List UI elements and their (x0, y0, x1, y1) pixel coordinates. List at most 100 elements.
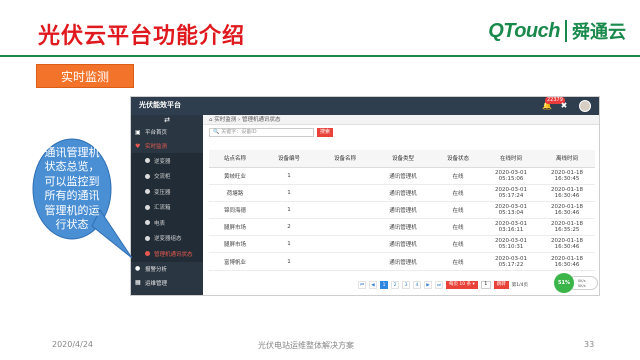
column-header: 设备名称 (317, 150, 373, 168)
table-row[interactable]: 黄岐旺业 1 通讯管理机 在线 2020-03-01 05:15:06 2020… (209, 167, 595, 185)
network-speed-widget[interactable]: 0K/s 0K/s 51% (554, 273, 598, 293)
page-jump-input[interactable]: 1 (480, 281, 491, 289)
user-icon: ● (135, 265, 141, 272)
slide-title: 光伏云平台功能介绍 (38, 24, 246, 49)
logo-separator (565, 20, 567, 42)
page-button-2[interactable]: 2 (391, 281, 399, 289)
section-badge: 实时监测 (36, 64, 134, 88)
page-jump-button[interactable]: 跳转 (493, 281, 509, 289)
table-cell: 富博帆业 (209, 252, 261, 271)
table-row[interactable]: 荷塘路 1 通讯管理机 在线 2020-03-01 05:17:24 2020-… (209, 184, 595, 202)
table-cell: 荷塘路 (209, 184, 261, 202)
table-cell: 黄岐旺业 (209, 167, 261, 185)
table-cell: 2020-01-18 16:30:45 (539, 167, 595, 185)
table-cell: 通讯管理机 (373, 201, 433, 220)
sidebar-sub-comm-status[interactable]: 管理机通讯状态 (131, 246, 203, 262)
home-icon: ⌂ (209, 117, 213, 123)
sidebar-item-monitoring[interactable]: ♥ 实时监测 (131, 139, 203, 153)
sidebar-item-maintenance[interactable]: ▦ 运维管理 (131, 276, 203, 290)
avatar[interactable] (579, 100, 591, 112)
sidebar-sub-inverter[interactable]: 逆变器 (131, 153, 203, 169)
sidebar-sub-label: 交流柜 (154, 174, 171, 181)
sidebar-item-label: 平台首页 (145, 130, 168, 136)
table-row[interactable]: 腿屏市场 1 通讯管理机 在线 2020-03-01 05:10:31 2020… (209, 235, 595, 254)
page-button-4[interactable]: 4 (413, 281, 421, 289)
dot-icon (145, 235, 150, 241)
table-cell: 在线 (433, 184, 483, 202)
table-cell (317, 252, 373, 271)
table-cell: 通讯管理机 (373, 235, 433, 254)
table-cell: 2 (261, 218, 317, 237)
table-cell: 在线 (433, 201, 483, 220)
table-cell: 1 (261, 252, 317, 271)
table-cell: 在线 (433, 235, 483, 254)
last-page-button[interactable]: ⏭ (435, 281, 443, 289)
table-cell: 2020-03-01 05:15:06 (483, 167, 539, 185)
breadcrumb-home[interactable]: 实时监测 (214, 117, 236, 123)
callout-text: 通讯管理机状态总览，可以监控到所有的通讯管理机的运行状态 (44, 146, 100, 232)
page-size-select[interactable]: 每页 10 条 ▾ (446, 281, 478, 289)
table-cell: 2020-01-18 16:30:46 (539, 201, 595, 220)
menu-toggle-icon[interactable]: ⇄ (131, 115, 203, 125)
sidebar-sub-transformer[interactable]: 变压器 (131, 184, 203, 200)
sidebar-item-label: 报警分析 (145, 266, 168, 273)
table-cell: 通讯管理机 (373, 184, 433, 202)
page-button-3[interactable]: 3 (402, 281, 410, 289)
table-cell (317, 184, 373, 202)
column-header: 设备状态 (433, 150, 483, 168)
sidebar-item-alarm[interactable]: ● 报警分析 (131, 262, 203, 276)
sidebar-item-label: 实时监测 (145, 144, 168, 150)
breadcrumb: ⌂ 实时监测 › 管理机通讯状态 (203, 115, 599, 125)
logo: QTouch 舜通云 (488, 18, 626, 44)
table-cell: 2020-03-01 03:16:11 (483, 218, 539, 237)
sidebar-sub-inverter-config[interactable]: 逆变器组态 (131, 230, 203, 246)
sidebar-sub-label: 逆变器 (154, 158, 171, 165)
table-cell: 2020-01-18 16:35:25 (539, 218, 595, 237)
pagination: ⏮ ◀ 1 2 3 4 ▶ ⏭ 每页 10 条 ▾ 1 跳转 第1/4页 (358, 281, 528, 289)
search-button[interactable]: 搜索 (317, 128, 333, 137)
table-row[interactable]: 锦同海德 1 通讯管理机 在线 2020-03-01 05:13:04 2020… (209, 201, 595, 220)
sidebar-item-home[interactable]: ▣ 平台首页 (131, 125, 203, 139)
network-percent: 51% (554, 273, 574, 293)
search-placeholder: 关键字：设备ID (221, 129, 257, 135)
table-cell: 在线 (433, 167, 483, 185)
column-header: 离线时间 (539, 150, 595, 168)
table-cell: 2020-03-01 05:13:04 (483, 201, 539, 220)
app-header: 光伏能效平台 🔔 22379 ✖ (131, 97, 599, 115)
search-input[interactable]: 🔍 关键字：设备ID (209, 128, 314, 137)
table-cell: 腿屏市场 (209, 235, 261, 254)
title-rule (0, 55, 640, 57)
table-cell: 1 (261, 201, 317, 220)
table-cell: 2020-03-01 05:10:31 (483, 235, 539, 254)
app-brand: 光伏能效平台 (139, 101, 181, 109)
expand-icon[interactable]: ✖ (559, 101, 569, 111)
page-button-1[interactable]: 1 (380, 281, 388, 289)
table-row[interactable]: 腿屏市场 2 通讯管理机 在线 2020-03-01 03:16:11 2020… (209, 218, 595, 237)
first-page-button[interactable]: ⏮ (358, 281, 366, 289)
footer-page: 33 (584, 340, 595, 349)
table-cell: 通讯管理机 (373, 167, 433, 185)
table-cell: 2020-03-01 05:17:24 (483, 184, 539, 202)
dot-icon (145, 189, 150, 195)
column-header: 站点名称 (209, 150, 261, 168)
dot-icon (145, 173, 150, 179)
main-panel: ⌂ 实时监测 › 管理机通讯状态 🔍 关键字：设备ID 搜索 站点名称 设备编号… (203, 115, 599, 295)
table-row[interactable]: 富博帆业 1 通讯管理机 在线 2020-03-01 05:17:22 2020… (209, 252, 595, 271)
download-speed: 0K/s (578, 284, 586, 288)
sidebar-sub-label: 逆变器组态 (154, 236, 182, 243)
sidebar-sub-ac-cabinet[interactable]: 交流柜 (131, 168, 203, 184)
logo-latin: QTouch (488, 19, 560, 42)
table-cell: 2020-01-18 16:30:46 (539, 235, 595, 254)
logo-chinese: 舜通云 (572, 22, 626, 43)
table-cell (317, 218, 373, 237)
sidebar-sub-combiner-box[interactable]: 汇流箱 (131, 199, 203, 215)
heart-icon: ♥ (135, 142, 141, 150)
sidebar-sub-label: 电表 (154, 220, 166, 227)
next-page-button[interactable]: ▶ (424, 281, 432, 289)
column-header: 在线时间 (483, 150, 539, 168)
prev-page-button[interactable]: ◀ (369, 281, 377, 289)
table-cell: 2020-03-01 05:17:22 (483, 252, 539, 271)
sidebar-sub-meter[interactable]: 电表 (131, 215, 203, 231)
table-cell: 在线 (433, 252, 483, 271)
page-total: 第1/4页 (511, 283, 529, 288)
